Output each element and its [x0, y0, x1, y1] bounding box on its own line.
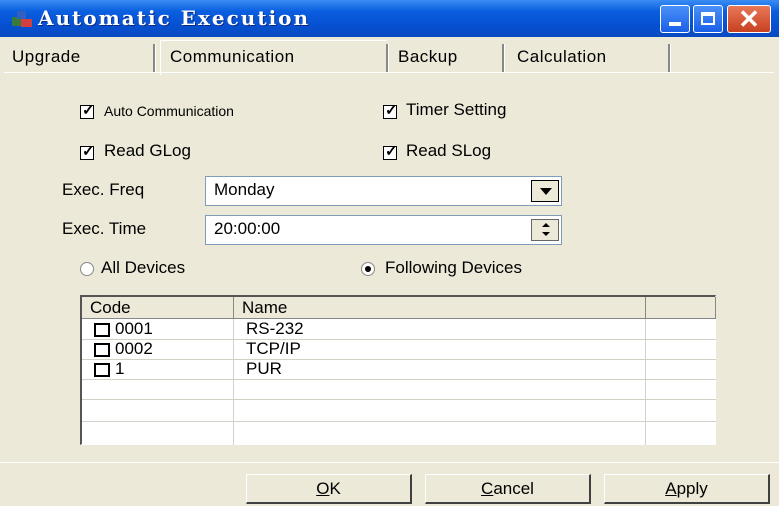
cancel-label-rest: ancel — [493, 479, 534, 498]
following-devices-label: Following Devices — [385, 258, 522, 277]
automatic-execution-dialog: Automatic Execution ✕ Upgrade Communicat… — [0, 0, 779, 506]
radio-selected-dot — [365, 266, 371, 272]
device-name: PUR — [246, 359, 282, 378]
column-header-name[interactable]: Name — [234, 297, 646, 319]
ok-button[interactable]: OK — [246, 474, 412, 504]
column-header-code[interactable]: Code — [82, 297, 234, 319]
read-slog-label: Read SLog — [406, 141, 492, 160]
checkmark-icon: ✓ — [82, 102, 95, 119]
ok-access-key: O — [316, 479, 330, 498]
row-divider — [82, 421, 716, 422]
exec-freq-label: Exec. Freq — [62, 180, 145, 199]
tab-communication[interactable]: Communication — [170, 44, 295, 70]
column-header-extra[interactable] — [646, 297, 716, 319]
row-divider — [82, 399, 716, 400]
cancel-access-key: C — [481, 479, 494, 498]
close-icon: ✕ — [738, 4, 760, 34]
row-divider — [82, 359, 716, 360]
device-code: 0001 — [115, 319, 153, 338]
checkmark-icon: ✓ — [385, 102, 398, 119]
following-devices-radio[interactable] — [361, 262, 375, 276]
ok-label-rest: K — [329, 479, 341, 498]
row-checkbox[interactable] — [94, 343, 110, 357]
device-name: RS-232 — [246, 319, 304, 338]
maximize-button[interactable] — [693, 5, 723, 33]
close-button[interactable]: ✕ — [727, 5, 771, 33]
app-icon — [12, 11, 32, 27]
exec-freq-dropdown[interactable]: Monday — [205, 176, 562, 206]
title-bar[interactable]: Automatic Execution ✕ — [0, 0, 779, 37]
auto-communication-label: Auto Communication — [104, 103, 234, 119]
column-divider — [233, 319, 234, 445]
apply-button[interactable]: Apply — [604, 474, 770, 504]
exec-time-spinner[interactable]: 20:00:00 — [205, 215, 562, 245]
spin-down-icon[interactable] — [542, 232, 550, 236]
all-devices-label: All Devices — [101, 258, 186, 277]
tab-divider — [502, 44, 505, 72]
exec-freq-value: Monday — [214, 180, 275, 199]
tab-strip — [0, 37, 779, 71]
column-divider — [645, 319, 646, 445]
maximize-icon — [701, 12, 715, 25]
row-divider — [82, 379, 716, 380]
window-title: Automatic Execution — [38, 6, 311, 30]
device-code: 0002 — [115, 339, 153, 358]
timer-setting-checkbox[interactable]: ✓ — [383, 102, 398, 119]
tab-divider — [668, 44, 671, 72]
row-checkbox[interactable] — [94, 363, 110, 377]
exec-time-label: Exec. Time — [62, 219, 147, 238]
spin-buttons[interactable] — [531, 219, 559, 241]
auto-communication-checkbox[interactable]: ✓ — [80, 102, 95, 119]
read-glog-label: Read GLog — [104, 141, 191, 160]
spin-up-icon[interactable] — [542, 223, 550, 227]
checkmark-icon: ✓ — [82, 143, 95, 160]
read-glog-checkbox[interactable]: ✓ — [80, 143, 95, 160]
timer-setting-label: Timer Setting — [406, 100, 507, 119]
tab-upgrade[interactable]: Upgrade — [12, 44, 81, 70]
all-devices-radio[interactable] — [80, 262, 94, 276]
read-slog-checkbox[interactable]: ✓ — [383, 143, 398, 160]
minimize-button[interactable] — [660, 5, 690, 33]
chevron-down-icon[interactable] — [531, 180, 559, 202]
device-name: TCP/IP — [246, 339, 301, 358]
row-checkbox[interactable] — [94, 323, 110, 337]
device-code: 1 — [115, 359, 125, 378]
row-divider — [82, 339, 716, 340]
device-list[interactable]: Code Name 0001 RS-232 0002 TCP/IP 1 PUR — [80, 295, 716, 445]
tab-calculation[interactable]: Calculation — [517, 44, 607, 70]
checkmark-icon: ✓ — [385, 143, 398, 160]
tab-divider — [386, 44, 389, 72]
minimize-icon — [669, 22, 681, 26]
exec-time-value: 20:00:00 — [214, 219, 281, 238]
tab-divider — [153, 44, 156, 72]
tab-backup[interactable]: Backup — [398, 44, 458, 70]
cancel-button[interactable]: Cancel — [425, 474, 591, 504]
apply-label-rest: pply — [676, 479, 708, 498]
apply-access-key: A — [665, 479, 677, 498]
